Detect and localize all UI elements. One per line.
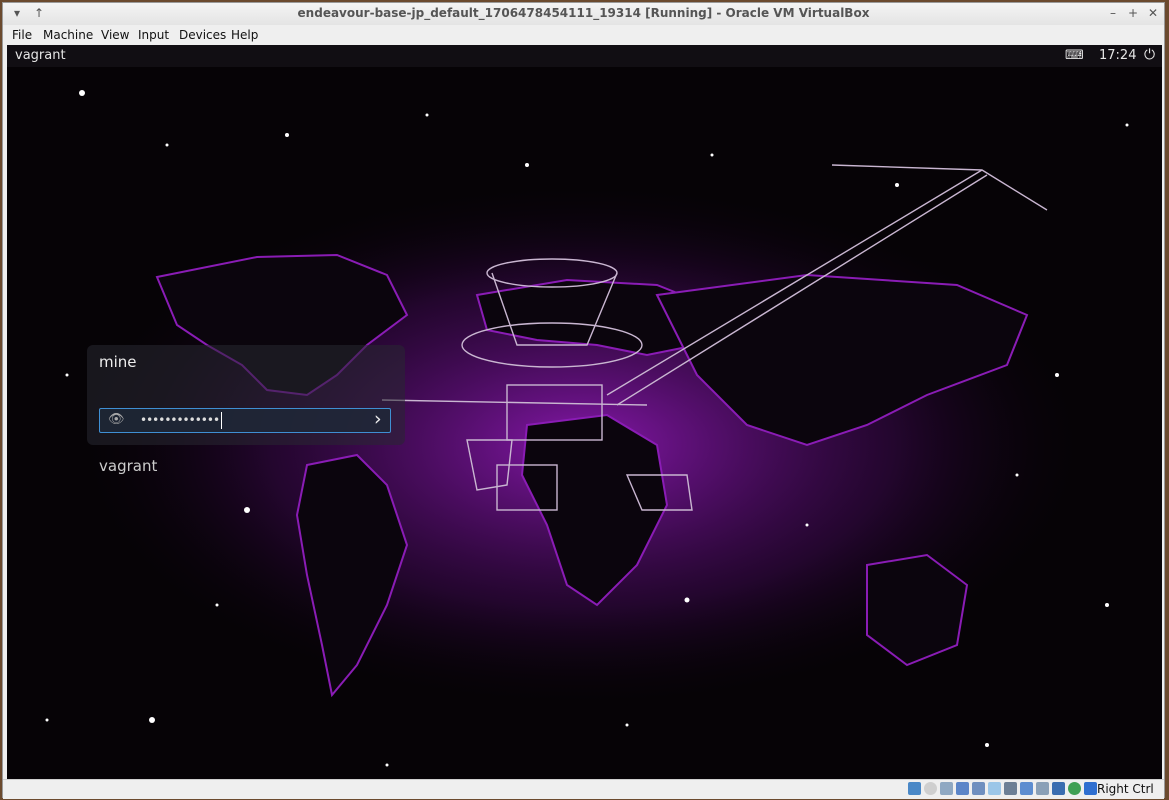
menu-input[interactable]: Input: [138, 28, 169, 42]
hostname-label: vagrant: [15, 48, 66, 63]
optical-drive-icon[interactable]: [924, 782, 937, 795]
status-bar: Right Ctrl: [3, 779, 1164, 799]
menu-bar: File Machine View Input Devices Help: [3, 25, 1164, 45]
maximize-button[interactable]: +: [1125, 5, 1141, 21]
cpu-icon[interactable]: [1036, 782, 1049, 795]
virtualbox-window: ▾ ↑ endeavour-base-jp_default_1706478454…: [2, 2, 1165, 799]
mouse-integration-icon[interactable]: [1052, 782, 1065, 795]
power-icon[interactable]: ⏻: [1144, 47, 1155, 63]
close-button[interactable]: ✕: [1145, 5, 1161, 21]
menu-devices[interactable]: Devices: [179, 28, 226, 42]
recording-icon[interactable]: [1020, 782, 1033, 795]
menu-machine[interactable]: Machine: [43, 28, 93, 42]
clock: 17:24: [1099, 48, 1137, 63]
text-cursor: [221, 412, 222, 429]
keyboard-layout-icon[interactable]: ⌨: [1065, 48, 1084, 63]
usb-icon[interactable]: [972, 782, 985, 795]
shared-folders-icon[interactable]: [988, 782, 1001, 795]
network-icon[interactable]: [956, 782, 969, 795]
password-field[interactable]: 👁 ••••••••••••• ›: [99, 408, 391, 433]
show-password-icon[interactable]: 👁: [108, 412, 125, 427]
display-icon[interactable]: [1004, 782, 1017, 795]
login-top-bar: vagrant ⌨ 17:24 ⏻: [7, 45, 1162, 67]
menu-view[interactable]: View: [101, 28, 129, 42]
hard-disk-icon[interactable]: [908, 782, 921, 795]
login-arrow-icon[interactable]: ›: [374, 408, 382, 430]
title-bar[interactable]: ▾ ↑ endeavour-base-jp_default_1706478454…: [3, 3, 1164, 26]
guest-additions-icon[interactable]: [1068, 782, 1081, 795]
host-key-label: Right Ctrl: [1097, 782, 1154, 796]
password-mask: •••••••••••••: [140, 413, 220, 427]
login-card: mine 👁 ••••••••••••• ›: [87, 345, 405, 445]
vm-screen[interactable]: vagrant ⌨ 17:24 ⏻ mine 👁 ••••••••••••• ›…: [7, 45, 1162, 779]
user-label[interactable]: vagrant: [99, 457, 157, 475]
window-title: endeavour-base-jp_default_1706478454111_…: [297, 6, 870, 20]
host-key-icon[interactable]: [1084, 782, 1097, 795]
menu-help[interactable]: Help: [231, 28, 258, 42]
session-label[interactable]: mine: [99, 353, 137, 371]
audio-icon[interactable]: [940, 782, 953, 795]
minimize-button[interactable]: –: [1105, 5, 1121, 21]
menu-file[interactable]: File: [12, 28, 32, 42]
